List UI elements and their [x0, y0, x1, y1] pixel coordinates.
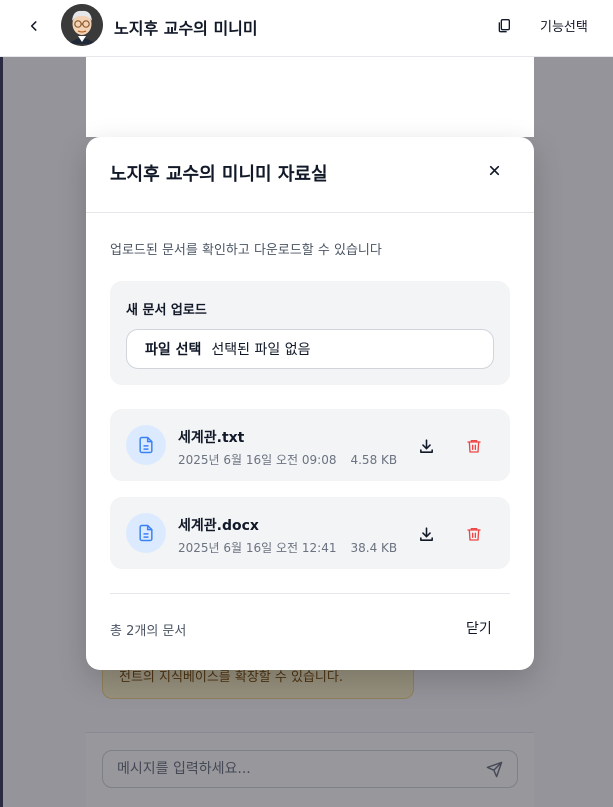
delete-button[interactable]: [463, 435, 485, 457]
document-icon: [126, 425, 166, 465]
document-icon: [126, 513, 166, 553]
document-size: 38.4 KB: [350, 541, 398, 555]
document-name: 세계관.docx: [178, 518, 259, 534]
document-meta: 2025년 6월 16일 오전 12:41 38.4 KB: [178, 539, 397, 556]
feature-select-button[interactable]: 기능선택: [540, 16, 588, 35]
upload-section: 새 문서 업로드 파일 선택 선택된 파일 없음: [110, 281, 510, 385]
document-count: 총 2개의 문서: [110, 624, 187, 639]
modal-title: 노지후 교수의 미니미 자료실: [110, 164, 328, 185]
top-header: 노지후 교수의 미니미 기능선택: [0, 0, 613, 57]
delete-button[interactable]: [463, 523, 485, 545]
download-button[interactable]: [415, 435, 437, 457]
no-file-label: 선택된 파일 없음: [211, 342, 311, 358]
modal-description: 업로드된 문서를 확인하고 다운로드할 수 있습니다: [110, 243, 382, 258]
download-button[interactable]: [415, 523, 437, 545]
edge-bar: [0, 57, 3, 807]
download-icon: [419, 438, 433, 453]
copy-icon: [498, 18, 510, 33]
document-row: 세계관.txt 2025년 6월 16일 오전 09:08 4.58 KB: [110, 409, 510, 481]
modal-header: 노지후 교수의 미니미 자료실: [86, 137, 534, 213]
close-icon: [489, 165, 499, 175]
chevron-left-icon: [30, 21, 37, 31]
trash-icon: [467, 440, 481, 453]
document-date: 2025년 6월 16일 오전 09:08: [178, 453, 337, 467]
choose-file-button[interactable]: 파일 선택: [145, 339, 201, 359]
download-icon: [419, 526, 433, 541]
document-size: 4.58 KB: [350, 453, 398, 467]
divider: [110, 593, 510, 594]
app-shell: 노지후 교수의 미니미 기능선택 전트의 지식베이스를 확장할 수 있습니다. …: [0, 0, 613, 807]
close-modal-button[interactable]: 닫기: [466, 618, 492, 638]
document-library-modal: 노지후 교수의 미니미 자료실 업로드된 문서를 확인하고 다운로드할 수 있습…: [86, 137, 534, 670]
upload-title: 새 문서 업로드: [126, 303, 207, 318]
avatar: [61, 4, 103, 46]
trash-icon: [467, 528, 481, 541]
chat-title: 노지후 교수의 미니미: [114, 19, 258, 38]
copy-button[interactable]: [493, 14, 515, 36]
back-button[interactable]: [22, 14, 46, 38]
document-row: 세계관.docx 2025년 6월 16일 오전 12:41 38.4 KB: [110, 497, 510, 569]
document-meta: 2025년 6월 16일 오전 09:08 4.58 KB: [178, 451, 397, 468]
file-picker[interactable]: 파일 선택 선택된 파일 없음: [126, 329, 494, 369]
behind-panel: [86, 57, 534, 137]
close-button[interactable]: [484, 160, 504, 180]
document-name: 세계관.txt: [178, 430, 245, 446]
document-date: 2025년 6월 16일 오전 12:41: [178, 541, 337, 555]
